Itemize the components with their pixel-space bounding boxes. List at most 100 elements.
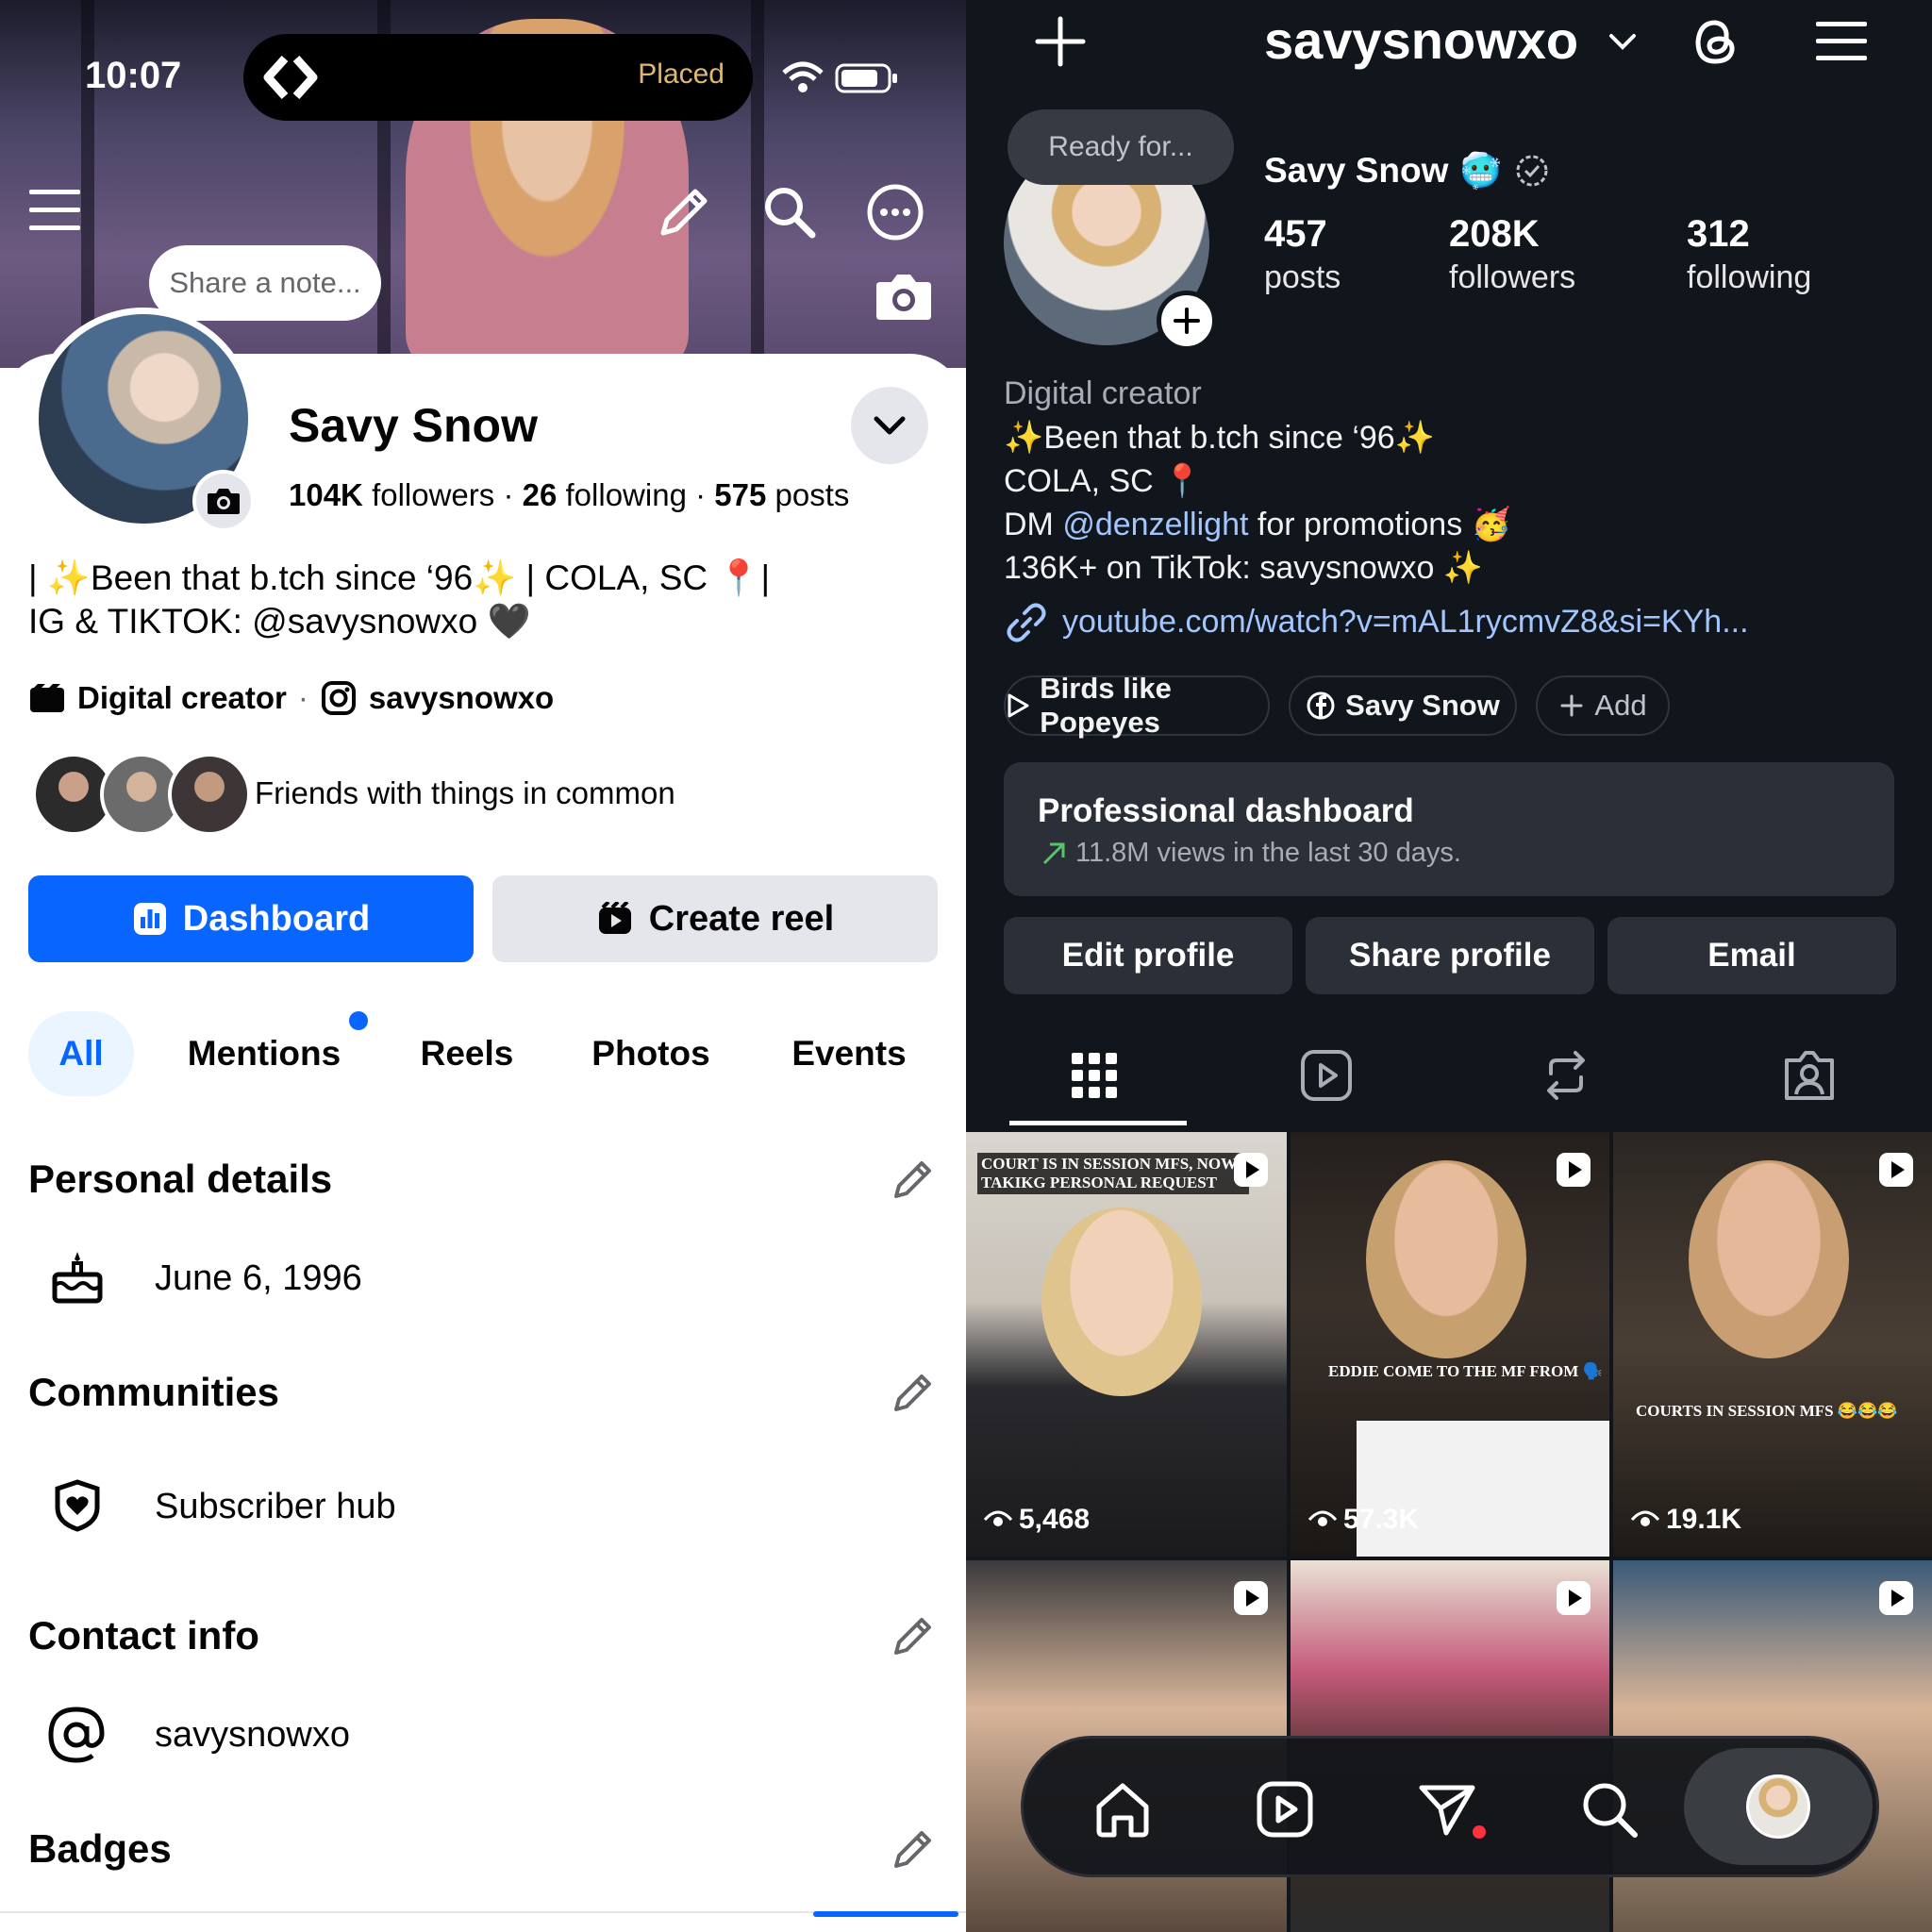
username-header[interactable]: savysnowxo xyxy=(1264,9,1578,71)
tab-reels[interactable]: Reels xyxy=(396,1011,538,1096)
reel-play-icon xyxy=(1877,1151,1915,1189)
following-label: following xyxy=(565,477,687,512)
avatar-camera-icon[interactable] xyxy=(192,470,255,532)
edit-pencil-icon[interactable] xyxy=(887,1823,940,1875)
chevron-down-icon[interactable] xyxy=(851,387,928,464)
edit-pencil-icon[interactable] xyxy=(887,1153,940,1206)
reel-play-icon xyxy=(1555,1579,1592,1617)
facebook-icon xyxy=(1306,691,1336,721)
profile-tab-active[interactable] xyxy=(1684,1748,1873,1865)
edit-pencil-icon[interactable] xyxy=(887,1366,940,1419)
friends-in-common[interactable]: Friends with things in common xyxy=(255,775,675,811)
posts-count[interactable]: 575 xyxy=(714,477,766,512)
more-options-icon[interactable] xyxy=(862,179,928,245)
instagram-link[interactable]: savysnowxo xyxy=(369,680,554,716)
menu-icon[interactable] xyxy=(1813,15,1870,68)
direct-message-icon[interactable] xyxy=(1414,1776,1480,1842)
plus-icon xyxy=(1558,692,1585,719)
followers-count[interactable]: 104K xyxy=(289,477,363,512)
add-story-plus-icon[interactable] xyxy=(1157,291,1217,351)
profile-name: Savy Snow xyxy=(289,399,538,452)
share-note-bubble[interactable]: Share a note... xyxy=(149,245,381,321)
tagged-tab-icon[interactable] xyxy=(1779,1045,1840,1106)
mutual-friends-avatars[interactable] xyxy=(32,753,251,838)
post-thumbnail[interactable]: COURT IS IN SESSION MFS, NOW TAKIKG PERS… xyxy=(966,1132,1287,1557)
cover-camera-icon[interactable] xyxy=(874,268,934,325)
tab-events[interactable]: Events xyxy=(774,1011,924,1096)
post-thumbnail[interactable]: EDDIE COME TO THE MF FROM 🗣️ 57.3K xyxy=(1291,1132,1609,1557)
threads-icon[interactable] xyxy=(1685,11,1745,72)
active-tab-indicator xyxy=(1009,1121,1187,1125)
edit-profile-button[interactable]: Edit profile xyxy=(1004,917,1292,994)
following-count[interactable]: 26 xyxy=(523,477,558,512)
bio-line-1: | ✨Been that b.tch since ‘96✨ | COLA, SC… xyxy=(28,558,771,597)
notification-dot xyxy=(1473,1825,1486,1839)
wifi-icon xyxy=(779,58,826,96)
trending-up-icon xyxy=(1038,838,1070,870)
display-name-row: Savy Snow 🥶 xyxy=(1264,151,1551,191)
create-reel-button[interactable]: Create reel xyxy=(492,875,938,962)
clapperboard-icon xyxy=(28,681,66,715)
post-caption: EDDIE COME TO THE MF FROM 🗣️ xyxy=(1328,1362,1603,1380)
name-emoji: 🥶 xyxy=(1459,151,1503,190)
stat-followers[interactable]: 208K followers xyxy=(1449,213,1575,296)
pill-label: Add xyxy=(1594,689,1647,722)
search-icon[interactable] xyxy=(757,179,823,245)
scroll-indicator[interactable] xyxy=(813,1911,958,1917)
dashboard-stat: 11.8M views in the last 30 days. xyxy=(1075,838,1461,868)
note-bubble[interactable]: Ready for... xyxy=(1008,109,1234,185)
post-image-subject xyxy=(1366,1160,1526,1358)
post-image-subject xyxy=(1041,1208,1202,1396)
create-plus-icon[interactable] xyxy=(1030,11,1091,72)
reels-icon[interactable] xyxy=(1252,1776,1318,1842)
chevron-down-icon[interactable] xyxy=(1604,23,1641,60)
edit-pencil-icon[interactable] xyxy=(651,179,717,245)
add-link-pill[interactable]: Add xyxy=(1536,675,1670,736)
profile-stats: 104K followers · 26 following · 575 post… xyxy=(289,477,849,513)
dynamic-island[interactable]: Placed xyxy=(243,34,753,121)
app-logo-icon xyxy=(257,43,325,111)
grid-tab-icon[interactable] xyxy=(1064,1045,1124,1106)
share-profile-button[interactable]: Share profile xyxy=(1306,917,1594,994)
tab-photos[interactable]: Photos xyxy=(575,1011,726,1096)
dashboard-button[interactable]: Dashboard xyxy=(28,875,474,962)
dm-mention-link[interactable]: @denzellight xyxy=(1062,507,1248,542)
stat-following[interactable]: 312 following xyxy=(1687,213,1811,296)
external-link[interactable]: youtube.com/watch?v=mAL1rycmvZ8&si=KYh..… xyxy=(1062,604,1749,641)
home-icon[interactable] xyxy=(1090,1776,1156,1842)
dm-suffix: for promotions 🥳 xyxy=(1257,507,1511,542)
verified-badge-icon[interactable] xyxy=(1513,152,1551,190)
post-thumbnail[interactable]: COURTS IN SESSION MFS 😂😂😂 19.1K xyxy=(1613,1132,1932,1557)
stat-posts[interactable]: 457 posts xyxy=(1264,213,1341,296)
tab-all[interactable]: All xyxy=(28,1011,134,1096)
subscriber-hub-link[interactable]: Subscriber hub xyxy=(155,1487,396,1527)
friend-avatar xyxy=(168,753,251,836)
highlight-pill-facebook[interactable]: Savy Snow xyxy=(1289,675,1517,736)
stat-separator: · xyxy=(695,477,707,512)
at-sign-icon xyxy=(45,1704,108,1766)
tab-mentions[interactable]: Mentions xyxy=(170,1011,358,1096)
highlight-pill-playlist[interactable]: Birds like Popeyes xyxy=(1004,672,1270,739)
edit-pencil-icon[interactable] xyxy=(887,1609,940,1662)
post-views: 19.1K xyxy=(1630,1504,1741,1536)
professional-dashboard-card[interactable]: Professional dashboard 11.8M views in th… xyxy=(1004,762,1894,896)
stat-label: followers xyxy=(1449,259,1576,295)
reposts-tab-icon[interactable] xyxy=(1536,1045,1596,1106)
post-views: 5,468 xyxy=(983,1504,1090,1536)
reel-play-icon xyxy=(1555,1151,1592,1189)
live-activity-status: Placed xyxy=(638,58,724,90)
stat-value: 457 xyxy=(1264,213,1327,255)
menu-icon[interactable] xyxy=(26,185,83,236)
reel-play-icon xyxy=(1232,1151,1270,1189)
views-eye-icon xyxy=(983,1510,1013,1526)
search-icon[interactable] xyxy=(1576,1776,1642,1842)
views-eye-icon xyxy=(1630,1510,1660,1526)
reel-icon xyxy=(596,901,634,937)
contact-handle[interactable]: savysnowxo xyxy=(155,1715,350,1756)
dashboard-title: Professional dashboard xyxy=(1038,792,1414,829)
posts-label: posts xyxy=(774,477,850,512)
reels-tab-icon[interactable] xyxy=(1296,1045,1357,1106)
contact-info-heading: Contact info xyxy=(28,1613,259,1657)
views-eye-icon xyxy=(1307,1510,1338,1526)
email-button[interactable]: Email xyxy=(1607,917,1896,994)
